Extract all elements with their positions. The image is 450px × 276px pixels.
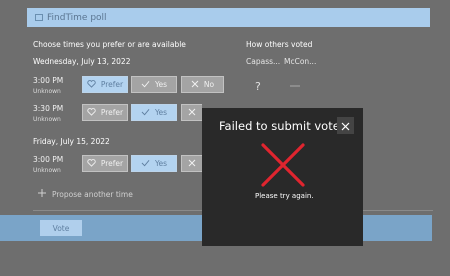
slot-status: Unknown xyxy=(33,88,61,95)
choose-times-header: Choose times you prefer or are available xyxy=(33,40,186,49)
heart-icon xyxy=(87,158,96,169)
slot-time: 3:00 PM xyxy=(33,76,64,85)
prefer-label: Prefer xyxy=(100,108,124,117)
voter-name: Capass... xyxy=(246,57,281,66)
error-dialog: Failed to submit votes. Please try again… xyxy=(202,108,363,246)
poll-title-bar: FindTime poll xyxy=(27,8,430,27)
no-button[interactable] xyxy=(181,104,202,121)
check-icon xyxy=(141,159,150,169)
vote-button[interactable]: Vote xyxy=(40,220,82,236)
check-icon xyxy=(141,108,150,118)
vote-label: Vote xyxy=(52,223,70,233)
prefer-button[interactable]: Prefer xyxy=(82,104,128,121)
slot-status: Unknown xyxy=(33,116,61,123)
dialog-message: Please try again. xyxy=(255,192,314,200)
heart-icon xyxy=(87,79,96,90)
yes-button[interactable]: Yes xyxy=(131,76,177,93)
yes-label: Yes xyxy=(154,159,168,168)
poll-title: FindTime poll xyxy=(47,12,107,23)
propose-label: Propose another time xyxy=(52,189,133,199)
prefer-label: Prefer xyxy=(100,159,124,168)
slot-status: Unknown xyxy=(33,167,61,174)
slot-time: 3:30 PM xyxy=(33,104,64,113)
prefer-button[interactable]: Prefer xyxy=(82,155,128,172)
yes-button[interactable]: Yes xyxy=(131,155,177,172)
vote-pending-dash xyxy=(290,85,300,87)
close-button[interactable] xyxy=(337,117,354,134)
prefer-button[interactable]: Prefer xyxy=(82,76,128,93)
others-voted-header: How others voted xyxy=(246,40,313,49)
date-heading: Wednesday, July 13, 2022 xyxy=(33,57,131,66)
heart-icon xyxy=(87,107,96,118)
voter-name: McCon... xyxy=(284,57,317,66)
yes-label: Yes xyxy=(154,108,168,117)
x-icon xyxy=(188,159,196,169)
x-icon xyxy=(191,80,199,90)
yes-label: Yes xyxy=(154,80,168,89)
vote-unknown: ? xyxy=(255,80,261,93)
propose-time-link[interactable]: Propose another time xyxy=(38,189,133,199)
calendar-icon xyxy=(35,14,43,21)
dialog-title: Failed to submit votes. xyxy=(219,119,350,133)
date-heading: Friday, July 15, 2022 xyxy=(33,137,110,146)
prefer-label: Prefer xyxy=(100,80,124,89)
red-x-icon xyxy=(261,143,305,191)
slot-time: 3:00 PM xyxy=(33,155,64,164)
no-label: No xyxy=(203,80,215,89)
plus-icon xyxy=(38,189,46,199)
yes-button[interactable]: Yes xyxy=(131,104,177,121)
no-button[interactable]: No xyxy=(181,76,224,93)
x-icon xyxy=(188,108,196,118)
check-icon xyxy=(141,80,150,90)
close-icon xyxy=(341,116,350,135)
no-button[interactable] xyxy=(181,155,202,172)
